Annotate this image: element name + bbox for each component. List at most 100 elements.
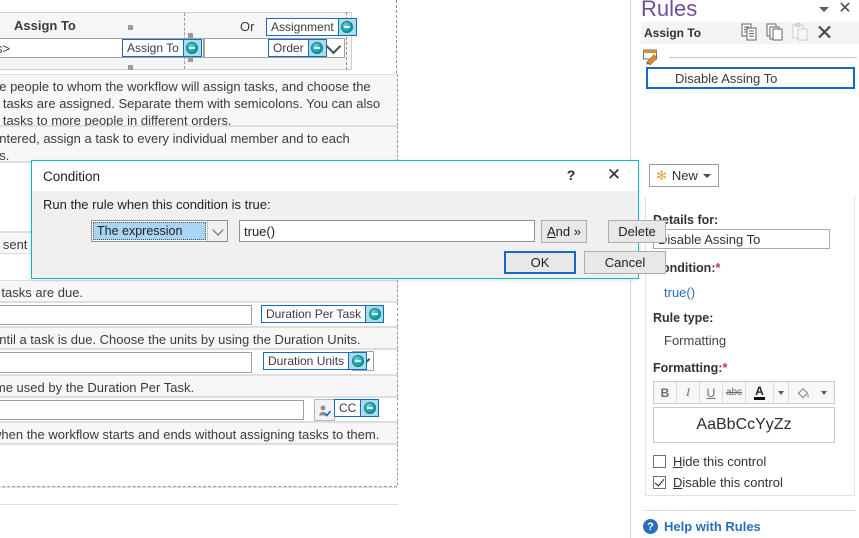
description-line: ll tasks are due.: [0, 285, 84, 300]
dialog-title: Condition: [43, 168, 101, 184]
chevron-down-icon: [325, 38, 342, 55]
rule-list-item-selected[interactable]: Disable Assing To: [646, 67, 855, 89]
bold-button[interactable]: B: [654, 382, 677, 403]
dialog-help-button[interactable]: ?: [562, 166, 580, 184]
condition-type-dropdown[interactable]: The expression: [91, 220, 228, 242]
rules-pane-title: Rules: [641, 0, 698, 21]
condition-value-link[interactable]: true(): [664, 285, 695, 300]
rules-context-label: Assign To: [644, 26, 702, 40]
selection-grip[interactable]: [128, 65, 133, 70]
assign-to-control-tag[interactable]: Assign To: [122, 39, 202, 57]
people-picker-icon[interactable]: [314, 399, 335, 421]
copy-rule-icon[interactable]: [741, 23, 758, 41]
paint-bucket-icon: [797, 387, 809, 399]
description-line: when the workflow starts and ends withou…: [0, 427, 380, 442]
description-block-1: he people to whom the workflow will assi…: [0, 74, 398, 128]
selection-grip[interactable]: [128, 25, 133, 30]
duration-units-tag-minus-button[interactable]: [348, 353, 367, 369]
divider-line: [669, 57, 857, 58]
required-asterisk: *: [722, 361, 728, 375]
disable-control-checkbox[interactable]: [653, 476, 666, 489]
new-rule-button-label: New: [671, 168, 698, 183]
description-block-5: until a task is due. Choose the units by…: [0, 327, 398, 349]
strikethrough-button[interactable]: abc: [723, 382, 746, 403]
pane-divider: [645, 510, 855, 511]
and-button[interactable]: And »: [541, 220, 587, 243]
condition-dialog: Condition ? ✕ Run the rule when this con…: [31, 160, 666, 279]
duration-per-task-tag-minus-button[interactable]: [365, 306, 384, 322]
cc-field[interactable]: [0, 400, 304, 420]
highlight-color-button[interactable]: [789, 382, 817, 403]
format-preview-box: AaBbCcYyZz: [653, 407, 835, 443]
duplicate-rule-icon[interactable]: [766, 23, 783, 41]
assign-to-column-header: Assign To: [14, 18, 76, 33]
condition-type-dropdown-button[interactable]: [207, 221, 227, 241]
new-rule-button[interactable]: ✻ New: [649, 164, 719, 187]
description-line: entered, assign a task to every individu…: [0, 131, 350, 146]
chevron-down-icon[interactable]: [819, 7, 829, 12]
assignment-control-tag[interactable]: Assignment: [266, 18, 357, 36]
close-icon[interactable]: ✕: [837, 1, 853, 17]
help-with-rules-link[interactable]: Help with Rules: [664, 519, 761, 534]
or-column-header: Or: [240, 19, 255, 34]
minus-circle-icon: [186, 42, 199, 54]
paste-rule-icon: [791, 23, 808, 41]
ok-button[interactable]: OK: [504, 251, 576, 274]
font-color-dropdown[interactable]: [774, 382, 789, 403]
delete-button[interactable]: Delete: [608, 220, 666, 243]
font-color-icon: A: [754, 383, 765, 400]
assign-to-control-tag-label: Assign To: [123, 40, 183, 56]
chevron-down-icon: [821, 390, 827, 395]
order-control-tag-label: Order: [269, 40, 308, 56]
assignment-tag-minus-button[interactable]: [337, 19, 356, 35]
formatting-rule-icon: [643, 49, 661, 66]
hide-control-checkbox[interactable]: [653, 455, 666, 468]
duration-per-task-control-tag[interactable]: Duration Per Task: [261, 305, 385, 323]
description-line: e tasks are assigned. Separate them with…: [0, 96, 381, 111]
rule-name-field[interactable]: Disable Assing To: [653, 229, 830, 249]
minus-circle-icon: [368, 308, 381, 320]
order-control-tag[interactable]: Order: [268, 39, 327, 57]
person-check-glyph: [319, 405, 331, 417]
duration-units-tag-label: Duration Units: [264, 353, 349, 369]
description-line: ime used by the Duration Per Task.: [0, 380, 195, 395]
description-block-7: when the workflow starts and ends withou…: [0, 422, 398, 444]
duration-per-task-field[interactable]: [0, 305, 252, 325]
new-star-icon: ✻: [656, 167, 667, 183]
highlight-color-dropdown[interactable]: [817, 382, 831, 403]
help-with-rules-row[interactable]: ? Help with Rules: [643, 519, 761, 534]
rules-toolbar: [741, 23, 833, 41]
assign-to-tag-minus-button[interactable]: [182, 40, 201, 56]
duration-units-control-tag[interactable]: Duration Units: [263, 352, 368, 370]
chevron-down-icon: [778, 390, 784, 395]
duration-units-field[interactable]: [0, 352, 252, 373]
chevron-down-icon: [702, 173, 711, 178]
font-color-button[interactable]: A: [746, 382, 774, 403]
help-icon: ?: [643, 519, 658, 534]
hide-control-checkbox-row[interactable]: Hide this control: [653, 454, 766, 469]
dialog-prompt: Run the rule when this condition is true…: [43, 197, 271, 212]
expression-input[interactable]: true(): [239, 220, 535, 242]
delete-rule-icon[interactable]: [816, 23, 833, 41]
description-line: he people to whom the workflow will assi…: [0, 79, 371, 94]
hide-control-accel: H: [673, 454, 683, 469]
cancel-button[interactable]: Cancel: [584, 251, 666, 274]
italic-button[interactable]: I: [677, 382, 700, 403]
assignment-control-tag-label: Assignment: [267, 19, 338, 35]
rule-type-label: Rule type:: [653, 311, 714, 325]
cc-control-tag[interactable]: CC: [334, 399, 380, 417]
underline-button[interactable]: U: [700, 382, 723, 403]
required-asterisk: *: [715, 261, 721, 275]
disable-control-checkbox-row[interactable]: Disable this control: [653, 475, 783, 490]
minus-circle-icon: [311, 42, 324, 54]
disable-control-label: isable this control: [682, 475, 783, 490]
order-tag-minus-button[interactable]: [307, 40, 326, 56]
disable-control-accel: D: [673, 475, 683, 490]
dialog-close-button[interactable]: ✕: [604, 165, 624, 185]
rule-list-item-label: Disable Assing To: [675, 70, 778, 86]
rule-type-value: Formatting: [664, 333, 727, 348]
duration-per-task-tag-label: Duration Per Task: [262, 306, 366, 322]
app-window: Assign To Or s> Assign To Assignment: [0, 0, 859, 538]
assign-to-value-field[interactable]: s>: [0, 38, 132, 58]
cc-tag-minus-button[interactable]: [360, 400, 379, 416]
